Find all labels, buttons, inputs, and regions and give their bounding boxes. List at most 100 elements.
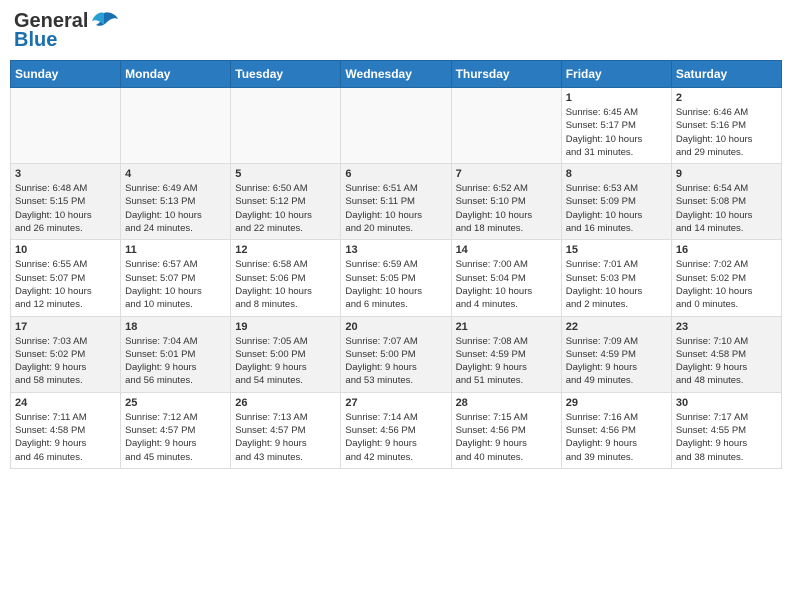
calendar-cell: 30Sunrise: 7:17 AM Sunset: 4:55 PM Dayli… xyxy=(671,392,781,468)
day-number: 13 xyxy=(345,244,446,256)
day-number: 3 xyxy=(15,168,116,180)
calendar-week-row: 10 Sunrise: 6:55 AM Sunset: 5:07 PM Dayli… xyxy=(11,240,782,316)
day-info: Sunrise: 6:50 AM Sunset: 5:12 PM Dayligh… xyxy=(235,182,336,235)
calendar-cell: 19 Sunrise: 7:05 AM Sunset: 5:00 PM Dayli… xyxy=(231,316,341,392)
weekday-header: Friday xyxy=(561,61,671,88)
calendar-cell: 17 Sunrise: 7:03 AM Sunset: 5:02 PM Dayli… xyxy=(11,316,121,392)
day-info: Sunrise: 6:53 AM Sunset: 5:09 PM Dayligh… xyxy=(566,182,667,235)
weekday-header: Sunday xyxy=(11,61,121,88)
calendar-cell: 27Sunrise: 7:14 AM Sunset: 4:56 PM Dayli… xyxy=(341,392,451,468)
day-info: Sunrise: 7:00 AM Sunset: 5:04 PM Dayligh… xyxy=(456,258,557,311)
day-info: Sunrise: 6:57 AM Sunset: 5:07 PM Dayligh… xyxy=(125,258,226,311)
day-info: Sunrise: 6:45 AM Sunset: 5:17 PM Dayligh… xyxy=(566,106,667,159)
day-number: 29 xyxy=(566,397,667,409)
day-info: Sunrise: 6:46 AM Sunset: 5:16 PM Dayligh… xyxy=(676,106,777,159)
day-number: 9 xyxy=(676,168,777,180)
day-info: Sunrise: 7:15 AM Sunset: 4:56 PM Dayligh… xyxy=(456,411,557,464)
day-number: 11 xyxy=(125,244,226,256)
day-info: Sunrise: 6:49 AM Sunset: 5:13 PM Dayligh… xyxy=(125,182,226,235)
day-number: 12 xyxy=(235,244,336,256)
day-number: 30 xyxy=(676,397,777,409)
calendar-cell xyxy=(231,88,341,164)
day-number: 16 xyxy=(676,244,777,256)
day-number: 7 xyxy=(456,168,557,180)
calendar-cell: 18 Sunrise: 7:04 AM Sunset: 5:01 PM Dayli… xyxy=(121,316,231,392)
day-number: 17 xyxy=(15,321,116,333)
calendar-cell: 6 Sunrise: 6:51 AM Sunset: 5:11 PM Daylig… xyxy=(341,164,451,240)
logo-bird-icon xyxy=(90,11,118,33)
day-number: 2 xyxy=(676,92,777,104)
calendar-cell: 29 Sunrise: 7:16 AM Sunset: 4:56 PM Dayli… xyxy=(561,392,671,468)
day-number: 22 xyxy=(566,321,667,333)
calendar-cell: 24Sunrise: 7:11 AM Sunset: 4:58 PM Dayli… xyxy=(11,392,121,468)
calendar-cell: 22Sunrise: 7:09 AM Sunset: 4:59 PM Dayli… xyxy=(561,316,671,392)
day-number: 18 xyxy=(125,321,226,333)
day-info: Sunrise: 6:51 AM Sunset: 5:11 PM Dayligh… xyxy=(345,182,446,235)
calendar-cell xyxy=(341,88,451,164)
day-number: 21 xyxy=(456,321,557,333)
weekday-header: Monday xyxy=(121,61,231,88)
calendar-cell: 7 Sunrise: 6:52 AM Sunset: 5:10 PM Daylig… xyxy=(451,164,561,240)
calendar-week-row: 3 Sunrise: 6:48 AM Sunset: 5:15 PM Daylig… xyxy=(11,164,782,240)
calendar-cell: 21 Sunrise: 7:08 AM Sunset: 4:59 PM Dayli… xyxy=(451,316,561,392)
day-info: Sunrise: 7:13 AM Sunset: 4:57 PM Dayligh… xyxy=(235,411,336,464)
logo: General Blue xyxy=(14,10,118,52)
day-info: Sunrise: 7:05 AM Sunset: 5:00 PM Dayligh… xyxy=(235,335,336,388)
day-info: Sunrise: 7:01 AM Sunset: 5:03 PM Dayligh… xyxy=(566,258,667,311)
day-number: 28 xyxy=(456,397,557,409)
day-number: 1 xyxy=(566,92,667,104)
weekday-header: Thursday xyxy=(451,61,561,88)
day-info: Sunrise: 6:55 AM Sunset: 5:07 PM Dayligh… xyxy=(15,258,116,311)
calendar-cell: 9Sunrise: 6:54 AM Sunset: 5:08 PM Daylig… xyxy=(671,164,781,240)
day-number: 14 xyxy=(456,244,557,256)
calendar-cell: 2 Sunrise: 6:46 AM Sunset: 5:16 PM Daylig… xyxy=(671,88,781,164)
day-number: 19 xyxy=(235,321,336,333)
day-info: Sunrise: 7:04 AM Sunset: 5:01 PM Dayligh… xyxy=(125,335,226,388)
day-number: 20 xyxy=(345,321,446,333)
calendar-cell: 3 Sunrise: 6:48 AM Sunset: 5:15 PM Daylig… xyxy=(11,164,121,240)
day-info: Sunrise: 6:52 AM Sunset: 5:10 PM Dayligh… xyxy=(456,182,557,235)
calendar-cell xyxy=(121,88,231,164)
day-info: Sunrise: 7:10 AM Sunset: 4:58 PM Dayligh… xyxy=(676,335,777,388)
calendar-cell xyxy=(451,88,561,164)
calendar-cell: 15 Sunrise: 7:01 AM Sunset: 5:03 PM Dayli… xyxy=(561,240,671,316)
day-info: Sunrise: 6:59 AM Sunset: 5:05 PM Dayligh… xyxy=(345,258,446,311)
day-number: 24 xyxy=(15,397,116,409)
calendar-cell: 14 Sunrise: 7:00 AM Sunset: 5:04 PM Dayli… xyxy=(451,240,561,316)
calendar-header-row: SundayMondayTuesdayWednesdayThursdayFrid… xyxy=(11,61,782,88)
calendar-cell: 10 Sunrise: 6:55 AM Sunset: 5:07 PM Dayli… xyxy=(11,240,121,316)
calendar-table: SundayMondayTuesdayWednesdayThursdayFrid… xyxy=(10,60,782,469)
calendar-week-row: 24Sunrise: 7:11 AM Sunset: 4:58 PM Dayli… xyxy=(11,392,782,468)
day-info: Sunrise: 6:58 AM Sunset: 5:06 PM Dayligh… xyxy=(235,258,336,311)
calendar-cell: 13 Sunrise: 6:59 AM Sunset: 5:05 PM Dayli… xyxy=(341,240,451,316)
calendar-cell: 20 Sunrise: 7:07 AM Sunset: 5:00 PM Dayli… xyxy=(341,316,451,392)
weekday-header: Saturday xyxy=(671,61,781,88)
day-info: Sunrise: 7:03 AM Sunset: 5:02 PM Dayligh… xyxy=(15,335,116,388)
day-info: Sunrise: 7:16 AM Sunset: 4:56 PM Dayligh… xyxy=(566,411,667,464)
day-number: 6 xyxy=(345,168,446,180)
calendar-cell xyxy=(11,88,121,164)
weekday-header: Tuesday xyxy=(231,61,341,88)
day-info: Sunrise: 7:07 AM Sunset: 5:00 PM Dayligh… xyxy=(345,335,446,388)
calendar-cell: 11 Sunrise: 6:57 AM Sunset: 5:07 PM Dayli… xyxy=(121,240,231,316)
day-number: 25 xyxy=(125,397,226,409)
calendar-cell: 12 Sunrise: 6:58 AM Sunset: 5:06 PM Dayli… xyxy=(231,240,341,316)
page-header: General Blue xyxy=(10,10,782,52)
day-number: 26 xyxy=(235,397,336,409)
day-number: 4 xyxy=(125,168,226,180)
day-info: Sunrise: 7:12 AM Sunset: 4:57 PM Dayligh… xyxy=(125,411,226,464)
day-info: Sunrise: 6:48 AM Sunset: 5:15 PM Dayligh… xyxy=(15,182,116,235)
day-number: 23 xyxy=(676,321,777,333)
day-number: 15 xyxy=(566,244,667,256)
day-info: Sunrise: 7:08 AM Sunset: 4:59 PM Dayligh… xyxy=(456,335,557,388)
calendar-cell: 28 Sunrise: 7:15 AM Sunset: 4:56 PM Dayli… xyxy=(451,392,561,468)
calendar-cell: 25 Sunrise: 7:12 AM Sunset: 4:57 PM Dayli… xyxy=(121,392,231,468)
day-number: 27 xyxy=(345,397,446,409)
calendar-cell: 5 Sunrise: 6:50 AM Sunset: 5:12 PM Daylig… xyxy=(231,164,341,240)
calendar-week-row: 1 Sunrise: 6:45 AM Sunset: 5:17 PM Daylig… xyxy=(11,88,782,164)
calendar-week-row: 17 Sunrise: 7:03 AM Sunset: 5:02 PM Dayli… xyxy=(11,316,782,392)
calendar-cell: 16Sunrise: 7:02 AM Sunset: 5:02 PM Dayli… xyxy=(671,240,781,316)
day-number: 5 xyxy=(235,168,336,180)
day-number: 8 xyxy=(566,168,667,180)
day-number: 10 xyxy=(15,244,116,256)
